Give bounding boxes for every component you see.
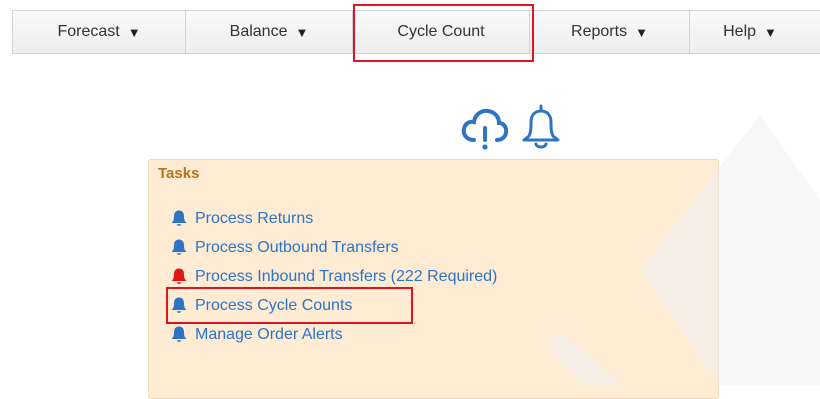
task-label: Process Returns xyxy=(195,209,314,227)
task-process-inbound-transfers[interactable]: Process Inbound Transfers (222 Required) xyxy=(171,262,497,291)
nav-balance-label: Balance xyxy=(229,23,288,40)
bell-icon xyxy=(171,268,187,284)
nav-reports-label: Reports xyxy=(571,23,628,40)
chevron-down-icon: ▼ xyxy=(127,24,141,40)
chevron-down-icon: ▼ xyxy=(764,24,777,40)
task-label: Process Outbound Transfers xyxy=(195,238,399,256)
chevron-down-icon: ▼ xyxy=(635,24,648,40)
nav-forecast[interactable]: Forecast ▼ xyxy=(13,11,186,53)
task-process-returns[interactable]: Process Returns xyxy=(171,204,497,233)
task-label: Manage Order Alerts xyxy=(195,325,343,343)
header-icons xyxy=(460,102,562,152)
bell-icon xyxy=(171,297,187,313)
bell-outline-icon[interactable] xyxy=(520,102,562,152)
nav-help[interactable]: Help ▼ xyxy=(690,11,810,53)
cloud-alert-icon[interactable] xyxy=(460,102,510,152)
nav-cycle-count-label: Cycle Count xyxy=(397,23,485,40)
tasks-title: Tasks xyxy=(158,165,200,182)
main-navbar: Forecast ▼ Balance ▼ Cycle Count Reports… xyxy=(12,10,820,54)
task-label: Process Cycle Counts xyxy=(195,296,353,314)
nav-help-label: Help xyxy=(723,23,757,40)
task-process-cycle-counts[interactable]: Process Cycle Counts xyxy=(171,291,497,320)
task-process-outbound-transfers[interactable]: Process Outbound Transfers xyxy=(171,233,497,262)
nav-forecast-label: Forecast xyxy=(57,23,120,40)
bell-icon xyxy=(171,326,187,342)
tasks-panel: Tasks Process Returns Process Outbound T… xyxy=(148,159,719,399)
chevron-down-icon: ▼ xyxy=(295,24,309,40)
nav-reports[interactable]: Reports ▼ xyxy=(530,11,690,53)
nav-cycle-count[interactable]: Cycle Count xyxy=(353,11,530,53)
bell-icon xyxy=(171,239,187,255)
task-manage-order-alerts[interactable]: Manage Order Alerts xyxy=(171,320,497,349)
nav-balance[interactable]: Balance ▼ xyxy=(186,11,353,53)
bell-icon xyxy=(171,210,187,226)
task-list: Process Returns Process Outbound Transfe… xyxy=(171,204,497,349)
task-label: Process Inbound Transfers (222 Required) xyxy=(195,267,498,285)
